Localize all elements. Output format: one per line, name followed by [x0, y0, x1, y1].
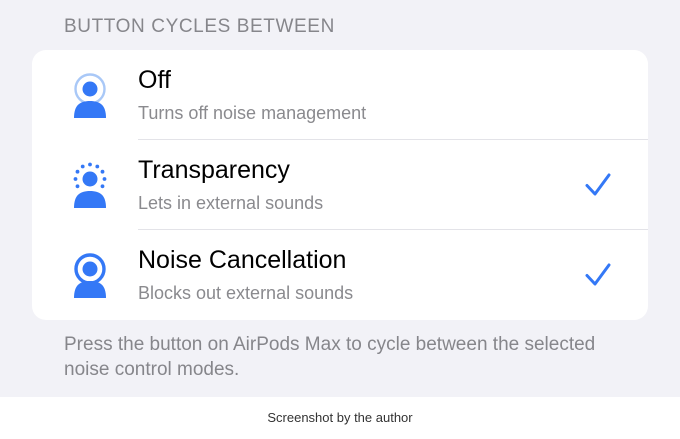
list-item-transparency[interactable]: Transparency Lets in external sounds [32, 140, 648, 230]
footer-description: Press the button on AirPods Max to cycle… [64, 334, 596, 380]
list-item-off[interactable]: Off Turns off noise management [32, 50, 648, 140]
person-off-icon [74, 73, 106, 118]
row-subtitle: Turns off noise management [138, 103, 367, 123]
noise-control-list: Off Turns off noise management Transpare… [32, 50, 648, 320]
settings-screen: BUTTON CYCLES BETWEEN Off Turns off nois… [0, 0, 680, 397]
row-subtitle: Blocks out external sounds [138, 283, 354, 303]
row-title: Noise Cancellation [138, 246, 347, 274]
row-title: Off [138, 66, 171, 94]
image-caption: Screenshot by the author [0, 397, 680, 427]
person-transparency-icon [73, 162, 107, 208]
section-header: BUTTON CYCLES BETWEEN [64, 16, 335, 37]
row-subtitle: Lets in external sounds [138, 193, 324, 213]
person-noise-cancellation-icon [74, 253, 106, 298]
checkmark-icon [585, 173, 611, 196]
checkmark-icon [585, 263, 611, 286]
list-item-noise-cancellation[interactable]: Noise Cancellation Blocks out external s… [32, 230, 648, 320]
row-title: Transparency [138, 156, 290, 184]
